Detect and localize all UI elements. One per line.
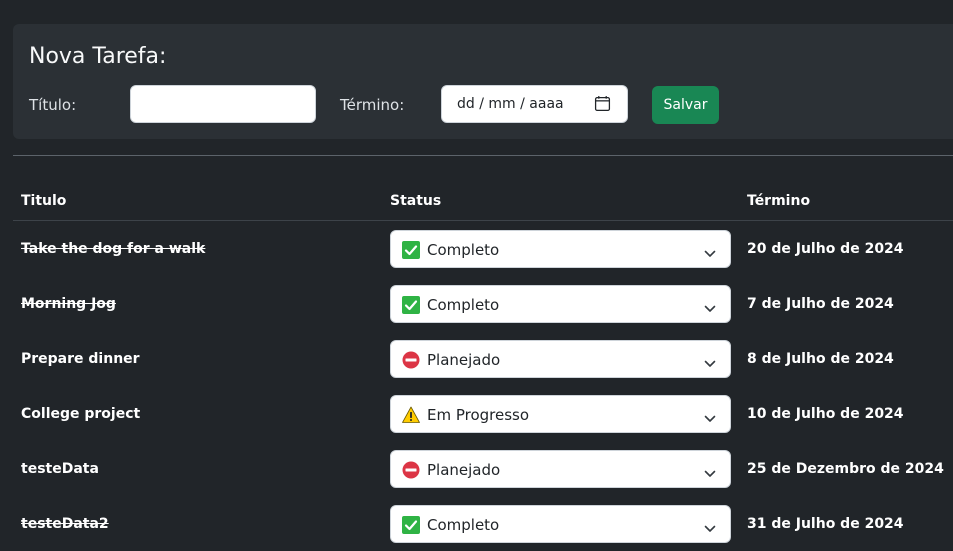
- titulo-input[interactable]: [130, 85, 316, 123]
- task-end-date: 7 de Julho de 2024: [747, 296, 894, 312]
- header-termino: Término: [747, 193, 811, 209]
- check-icon: [402, 296, 420, 314]
- table-row: testeData Planejado 25 de Dezembro de 2024: [0, 441, 953, 496]
- status-value: Completo: [427, 516, 500, 534]
- status-select[interactable]: Completo: [390, 230, 731, 268]
- task-title: College project: [21, 406, 141, 422]
- chevron-down-icon: [704, 299, 716, 312]
- save-button[interactable]: Salvar: [652, 86, 719, 124]
- divider: [13, 155, 953, 156]
- calendar-icon[interactable]: [594, 95, 611, 112]
- check-icon: [402, 241, 420, 259]
- status-select[interactable]: Completo: [390, 505, 731, 543]
- chevron-down-icon: [704, 409, 716, 422]
- warning-icon: [402, 406, 420, 424]
- table-row: College project Em Progresso 10 de Julho d…: [0, 386, 953, 441]
- check-icon: [402, 516, 420, 534]
- table-row: Morning Jog Completo 7 de Julho de 2024: [0, 276, 953, 331]
- status-value: Completo: [427, 241, 500, 259]
- table-row: Take the dog for a walk Completo 20 de Jul…: [0, 221, 953, 276]
- task-end-date: 10 de Julho de 2024: [747, 406, 904, 422]
- new-task-panel: Nova Tarefa: Título: Término: dd / mm / …: [13, 24, 953, 139]
- chevron-down-icon: [704, 464, 716, 477]
- panel-title: Nova Tarefa:: [29, 44, 167, 69]
- status-select[interactable]: Completo: [390, 285, 731, 323]
- status-value: Planejado: [427, 351, 501, 369]
- termino-date-input[interactable]: dd / mm / aaaa: [441, 85, 628, 123]
- status-select[interactable]: Em Progresso: [390, 395, 731, 433]
- date-placeholder: dd / mm / aaaa: [457, 96, 564, 112]
- status-value: Completo: [427, 296, 500, 314]
- task-end-date: 25 de Dezembro de 2024: [747, 461, 944, 477]
- status-value: Em Progresso: [427, 406, 530, 424]
- task-end-date: 31 de Julho de 2024: [747, 516, 904, 532]
- chevron-down-icon: [704, 354, 716, 367]
- chevron-down-icon: [704, 244, 716, 257]
- status-select[interactable]: Planejado: [390, 340, 731, 378]
- no-entry-icon: [402, 461, 420, 479]
- task-title: Prepare dinner: [21, 351, 140, 367]
- table-row: testeData2 Completo 31 de Julho de 2024: [0, 496, 953, 551]
- task-end-date: 8 de Julho de 2024: [747, 351, 894, 367]
- task-end-date: 20 de Julho de 2024: [747, 241, 904, 257]
- status-value: Planejado: [427, 461, 501, 479]
- task-title: Morning Jog: [21, 296, 116, 312]
- header-status: Status: [390, 193, 442, 209]
- table-row: Prepare dinner Planejado 8 de Julho de 202…: [0, 331, 953, 386]
- task-title: Take the dog for a walk: [21, 241, 206, 257]
- task-title: testeData2: [21, 516, 109, 532]
- status-select[interactable]: Planejado: [390, 450, 731, 488]
- no-entry-icon: [402, 351, 420, 369]
- titulo-label: Título:: [29, 96, 77, 114]
- chevron-down-icon: [704, 519, 716, 532]
- termino-label: Término:: [340, 96, 405, 114]
- task-title: testeData: [21, 461, 99, 477]
- header-titulo: Titulo: [21, 193, 67, 209]
